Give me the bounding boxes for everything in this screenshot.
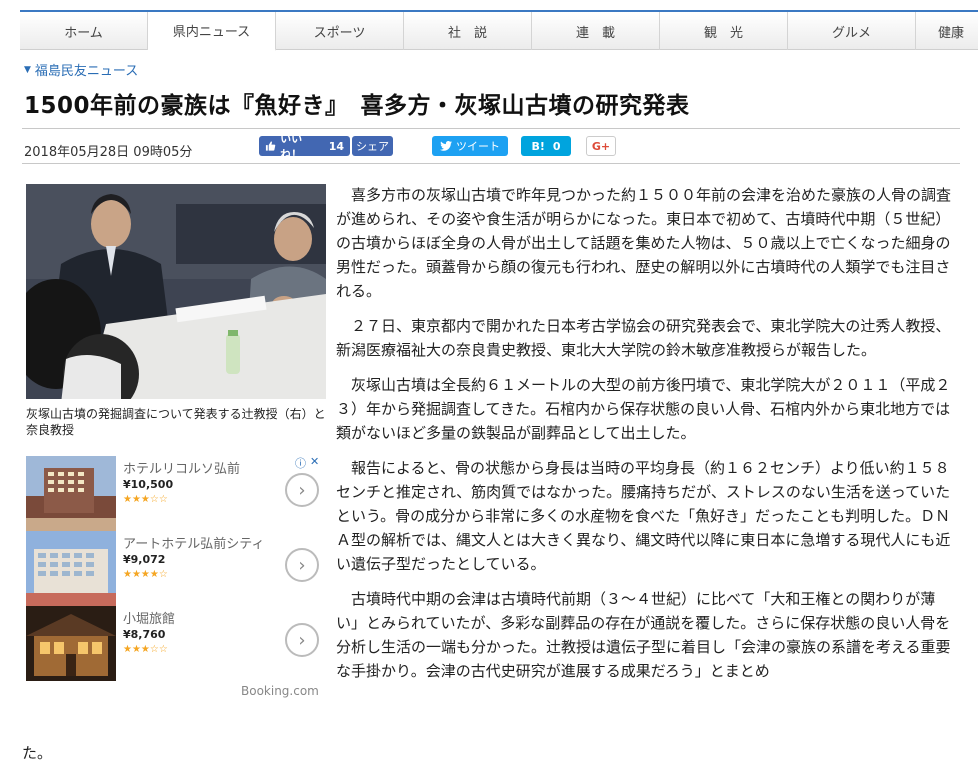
- hotel-thumbnail: [26, 531, 116, 606]
- nav-editorial[interactable]: 社 説: [404, 12, 532, 50]
- facebook-like-label: いいね！: [280, 132, 303, 161]
- article-date: 2018年05月28日 09時05分: [24, 145, 193, 160]
- facebook-like-button[interactable]: いいね！ 14: [259, 132, 350, 161]
- nav-sports[interactable]: スポーツ: [276, 12, 404, 50]
- star-rating: ★★★☆☆: [123, 644, 168, 655]
- nav-health[interactable]: 健康: [916, 12, 976, 50]
- paragraph: 古墳時代中期の会津は古墳時代前期（３～４世紀）に比べて「大和王権との関わりが薄い…: [336, 590, 951, 680]
- facebook-share-label: シェア: [356, 140, 389, 153]
- paragraph: ２７日、東京都内で開かれた日本考古学協会の研究発表会で、東北学院大の辻秀人教授、…: [336, 317, 951, 359]
- twitter-bird-icon: [440, 141, 452, 151]
- thumbs-up-icon: [265, 141, 276, 151]
- star-rating: ★★★☆☆: [123, 494, 168, 505]
- hotel-ad[interactable]: ホテルリコルソ弘前 ¥10,500 ★★★☆☆ ›: [26, 456, 326, 531]
- hotel-price: ¥9,072: [123, 553, 166, 566]
- global-nav: ホーム 県内ニュース スポーツ 社 説 連 載 観 光 グルメ 健康: [20, 10, 978, 51]
- chevron-right-icon[interactable]: ›: [285, 473, 319, 507]
- google-plus-label: G+: [591, 139, 611, 153]
- facebook-share-button[interactable]: シェア: [352, 136, 393, 156]
- chevron-right-icon[interactable]: ›: [285, 548, 319, 582]
- hatena-count: 0: [552, 139, 561, 153]
- hotel-thumbnail: [26, 456, 116, 531]
- paragraph: 報告によると、骨の状態から身長は当時の平均身長（約１６２センチ）より低い約１５８…: [336, 459, 951, 573]
- nav-gourmet[interactable]: グルメ: [788, 12, 916, 50]
- google-plus-button[interactable]: G+: [586, 136, 616, 156]
- divider: [22, 163, 960, 164]
- article-photo: [26, 184, 326, 399]
- photo-caption: 灰塚山古墳の発掘調査について発表する辻教授（右）と奈良教授: [26, 407, 326, 437]
- hotel-thumbnail: [26, 606, 116, 681]
- article-title: 1500年前の豪族は『魚好き』 喜多方・灰塚山古墳の研究発表: [24, 93, 690, 119]
- hotel-price: ¥8,760: [123, 628, 166, 641]
- source-link[interactable]: ▼ 福島民友ニュース: [24, 60, 138, 79]
- chevron-right-icon[interactable]: ›: [285, 623, 319, 657]
- nav-home[interactable]: ホーム: [20, 12, 148, 50]
- hotel-name[interactable]: 小堀旅館: [123, 608, 175, 627]
- hotel-ad[interactable]: アートホテル弘前シティ ¥9,072 ★★★★☆ ›: [26, 531, 326, 606]
- divider: [22, 128, 960, 129]
- photo-illustration: [26, 184, 326, 399]
- hatena-bookmark-button[interactable]: B! 0: [521, 136, 571, 156]
- nav-tourism[interactable]: 観 光: [660, 12, 788, 50]
- tweet-label: ツイート: [456, 140, 500, 153]
- tweet-button[interactable]: ツイート: [432, 136, 508, 156]
- facebook-like-count: 14: [328, 139, 344, 153]
- source-label: 福島民友ニュース: [34, 64, 139, 79]
- ad-provider[interactable]: Booking.com: [241, 684, 319, 698]
- paragraph: 喜多方市の灰塚山古墳で昨年見つかった約１５００年前の会津を治めた豪族の人骨の調査…: [336, 186, 952, 300]
- hotel-name[interactable]: アートホテル弘前シティ: [123, 533, 264, 552]
- hotel-ad[interactable]: 小堀旅館 ¥8,760 ★★★☆☆ ›: [26, 606, 326, 681]
- nav-series[interactable]: 連 載: [532, 12, 660, 50]
- hotel-price: ¥10,500: [123, 478, 174, 491]
- hatena-label: B!: [531, 139, 545, 153]
- star-rating: ★★★★☆: [123, 569, 168, 580]
- paragraph: 灰塚山古墳は全長約６１メートルの大型の前方後円墳で、東北学院大が２０１１（平成２…: [336, 376, 951, 442]
- nav-local-news[interactable]: 県内ニュース: [148, 12, 276, 51]
- paragraph-tail: た。: [22, 744, 53, 762]
- article-body: 喜多方市の灰塚山古墳で昨年見つかった約１５００年前の会津を治めた豪族の人骨の調査…: [336, 183, 952, 694]
- hotel-name[interactable]: ホテルリコルソ弘前: [123, 458, 240, 477]
- triangle-down-icon: ▼: [24, 64, 31, 75]
